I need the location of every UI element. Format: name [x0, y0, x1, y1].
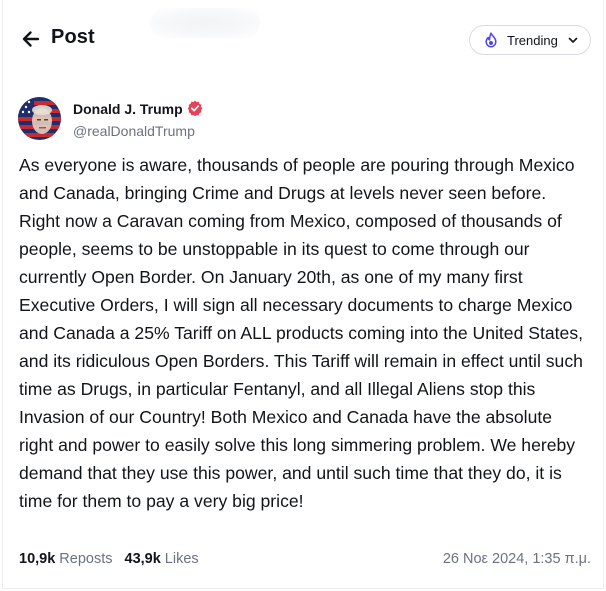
- avatar[interactable]: [18, 97, 61, 140]
- reposts-stat[interactable]: 10,9k Reposts: [19, 551, 113, 567]
- post-stats: 10,9k Reposts 43,9k Likes: [19, 551, 199, 567]
- post-header: Post Trending: [0, 0, 606, 78]
- verified-badge-icon: [187, 100, 203, 117]
- trending-label: Trending: [507, 32, 558, 48]
- trending-dropdown[interactable]: Trending: [469, 25, 591, 55]
- arrow-left-icon: [21, 29, 41, 49]
- likes-label: Likes: [164, 551, 199, 567]
- likes-count: 43,9k: [124, 551, 161, 567]
- chevron-down-icon: [567, 34, 579, 46]
- post-timestamp: 26 Νοε 2024, 1:35 π.μ.: [442, 551, 591, 567]
- blurred-region: [150, 8, 260, 38]
- reposts-count: 10,9k: [19, 551, 56, 567]
- author-handle[interactable]: @realDonaldTrump: [73, 123, 195, 139]
- back-button[interactable]: [20, 28, 42, 50]
- reposts-label: Reposts: [59, 551, 113, 567]
- fire-icon: [483, 32, 499, 48]
- page-title: Post: [51, 26, 95, 48]
- likes-stat[interactable]: 43,9k Likes: [125, 551, 199, 567]
- post-text: As everyone is aware, thousands of peopl…: [19, 155, 584, 511]
- author-name[interactable]: Donald J. Trump: [73, 101, 183, 117]
